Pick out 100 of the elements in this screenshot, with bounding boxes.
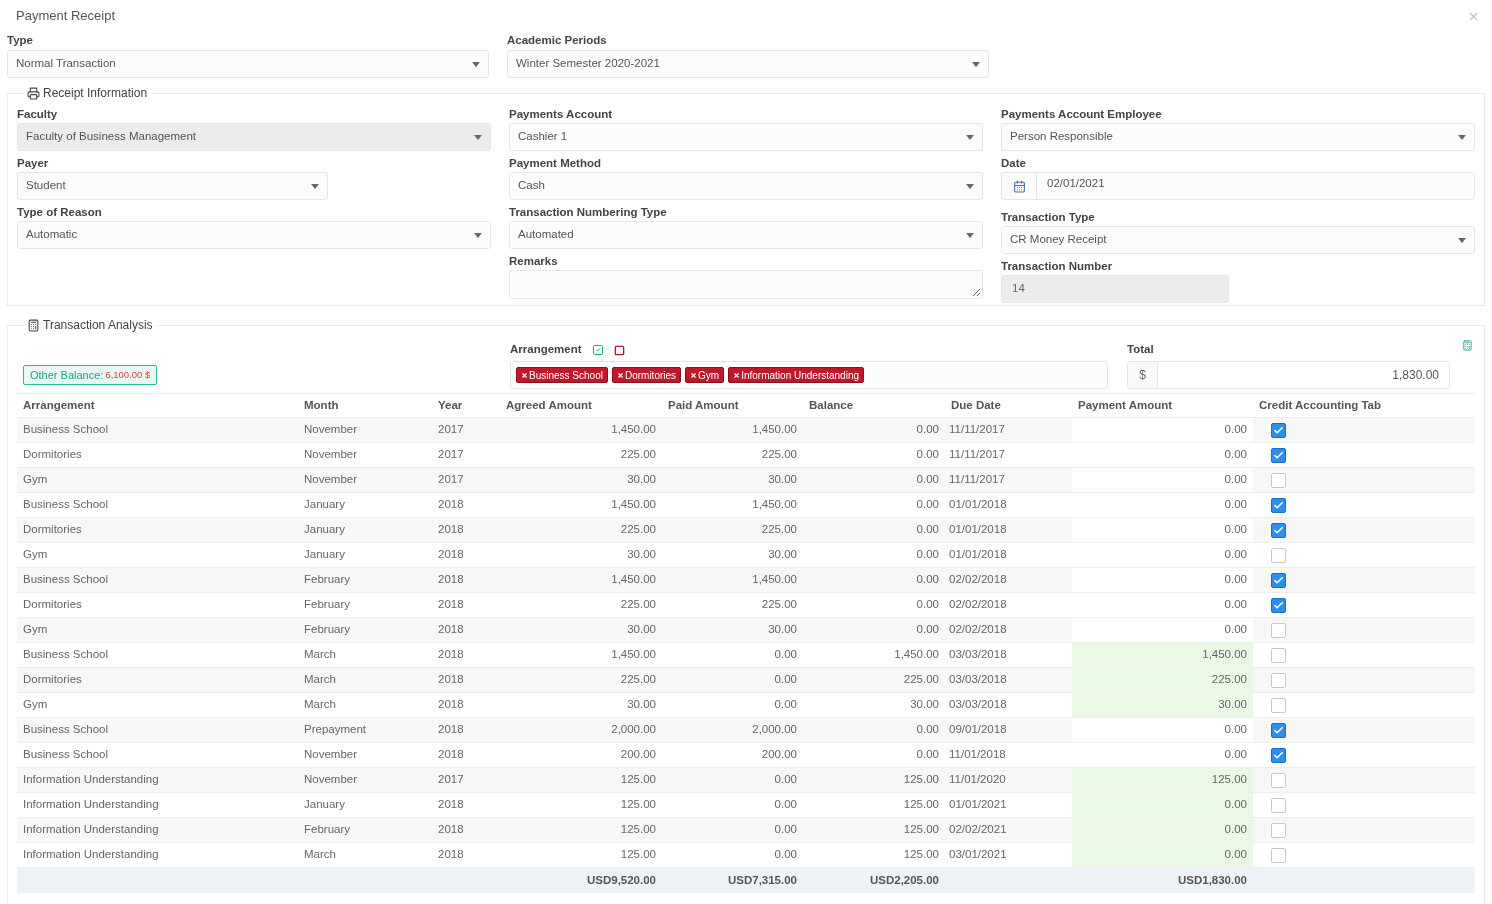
total-field[interactable]: 1,830.00 bbox=[1158, 361, 1450, 389]
checkbox[interactable] bbox=[1271, 822, 1286, 838]
arrangement-tags-field[interactable]: Business School Dormitories Gym Information Understanding bbox=[510, 361, 1108, 389]
table-cell-text: Information Understanding bbox=[22, 772, 160, 788]
table-cell-text: 0.00 bbox=[773, 847, 798, 863]
table-cell-text: 2018 bbox=[437, 672, 465, 688]
select-field[interactable]: Person Responsible bbox=[1001, 123, 1475, 151]
remove-icon[interactable] bbox=[733, 371, 741, 379]
checkbox[interactable] bbox=[1271, 647, 1286, 663]
select-field[interactable]: Automated bbox=[509, 221, 983, 249]
resize-handle-icon bbox=[973, 289, 980, 296]
arrangement-tag[interactable]: Gym bbox=[685, 367, 725, 383]
payment-input-cell[interactable]: 1,450.00 bbox=[1072, 643, 1253, 667]
payment-input-cell[interactable]: 125.00 bbox=[1072, 768, 1253, 792]
table-cell-text: February bbox=[303, 622, 352, 638]
table-cell-text: 2018 bbox=[437, 747, 465, 763]
calendar-icon[interactable] bbox=[1012, 179, 1026, 193]
table-cell-text: 0.00 bbox=[773, 672, 798, 688]
checkbox[interactable] bbox=[1271, 747, 1286, 763]
table-cell-text: 125.00 bbox=[902, 847, 940, 863]
remove-icon[interactable] bbox=[690, 371, 698, 379]
select-field[interactable]: Student bbox=[17, 172, 328, 200]
checkbox[interactable] bbox=[1271, 497, 1286, 513]
checkbox[interactable] bbox=[1271, 547, 1286, 563]
arrangement-tag[interactable]: Dormitories bbox=[611, 367, 682, 383]
remove-icon[interactable] bbox=[521, 371, 528, 379]
table-cell-text: Business School bbox=[22, 422, 110, 438]
table-cell-text: 0.00 bbox=[915, 747, 940, 763]
remove-icon[interactable] bbox=[616, 371, 624, 379]
checkbox[interactable] bbox=[1271, 522, 1286, 538]
table-cell-text: 01/01/2018 bbox=[948, 547, 1008, 563]
table-cell-text: 2,000.00 bbox=[610, 722, 657, 738]
table-cell-text: 03/03/2018 bbox=[948, 697, 1008, 713]
table-cell-text: 0.00 bbox=[915, 622, 940, 638]
remarks-field[interactable] bbox=[509, 270, 983, 299]
select-field[interactable]: Normal Transaction bbox=[7, 50, 489, 78]
table-cell-text: 02/02/2021 bbox=[948, 822, 1008, 838]
checkbox[interactable] bbox=[1271, 422, 1286, 438]
table-cell-text: Gym bbox=[22, 547, 49, 563]
table-cell-text: 125.00 bbox=[619, 772, 657, 788]
table-cell-text: 2017 bbox=[437, 472, 465, 488]
select-all-icon[interactable] bbox=[591, 344, 604, 356]
table-cell: 0.00 bbox=[1072, 718, 1253, 742]
table-cell-text: January bbox=[303, 522, 346, 538]
window-title: Payment Receipt bbox=[16, 7, 115, 26]
table-cell-text: 30.00 bbox=[626, 472, 657, 488]
table-cell-text: Gym bbox=[22, 472, 49, 488]
table-cell-text: November bbox=[303, 422, 359, 438]
payment-input-cell[interactable]: 0.00 bbox=[1072, 843, 1253, 867]
table-cell-text: 125.00 bbox=[619, 847, 657, 863]
check-icon bbox=[1273, 599, 1284, 611]
arrangement-tag[interactable]: Information Understanding bbox=[728, 367, 865, 383]
select-field[interactable]: Automatic bbox=[17, 221, 491, 249]
select-field[interactable]: Cash bbox=[509, 172, 983, 200]
table-cell-text: 200.00 bbox=[760, 747, 798, 763]
table-cell-text: 125.00 bbox=[619, 822, 657, 838]
checkbox[interactable] bbox=[1271, 772, 1286, 788]
printer-icon bbox=[27, 86, 40, 100]
table-cell-text: 225.00 bbox=[760, 522, 798, 538]
column-header: Agreed Amount bbox=[505, 397, 593, 413]
select-field[interactable]: CR Money Receipt bbox=[1001, 226, 1475, 254]
arrangement-tag[interactable]: Business School bbox=[516, 367, 608, 383]
table-cell-text: 200.00 bbox=[619, 747, 657, 763]
payment-input-cell[interactable]: 0.00 bbox=[1072, 818, 1253, 842]
checkbox[interactable] bbox=[1271, 672, 1286, 688]
select-field[interactable]: Winter Semester 2020-2021 bbox=[507, 50, 989, 78]
checkbox[interactable] bbox=[1271, 597, 1286, 613]
checkbox[interactable] bbox=[1271, 697, 1286, 713]
table-cell-text: Prepayment bbox=[303, 722, 367, 738]
table-cell-text: 2017 bbox=[437, 422, 465, 438]
table-cell-text: 0.00 bbox=[773, 797, 798, 813]
checkbox[interactable] bbox=[1271, 722, 1286, 738]
caret-icon bbox=[1458, 237, 1466, 243]
payment-input-cell[interactable]: 0.00 bbox=[1072, 793, 1253, 817]
table-cell-text: 1,450.00 bbox=[893, 647, 940, 663]
checkbox[interactable] bbox=[1271, 797, 1286, 813]
select-field[interactable]: Cashier 1 bbox=[509, 123, 983, 151]
table-cell-text: 2018 bbox=[437, 722, 465, 738]
date-field[interactable]: 02/01/2021 bbox=[1001, 172, 1475, 200]
caret-icon bbox=[972, 61, 980, 67]
payment-input-cell[interactable]: 225.00 bbox=[1072, 668, 1253, 692]
checkbox[interactable] bbox=[1271, 847, 1286, 863]
total-cell-text: USD7,315.00 bbox=[726, 872, 798, 888]
table-cell-text: Dormitories bbox=[22, 672, 83, 688]
table-cell-text: 125.00 bbox=[619, 797, 657, 813]
caret-icon bbox=[966, 134, 974, 140]
check-icon bbox=[1273, 524, 1284, 536]
table-cell-text: Information Understanding bbox=[22, 822, 160, 838]
table-cell-text: 225.00 bbox=[619, 597, 657, 613]
table-cell-text: Business School bbox=[22, 647, 110, 663]
table-cell-text: 11/01/2018 bbox=[948, 747, 1007, 763]
deselect-all-icon[interactable] bbox=[613, 344, 625, 356]
payment-input-cell[interactable]: 30.00 bbox=[1072, 693, 1253, 717]
table-cell: 0.00 bbox=[1072, 518, 1253, 542]
checkbox[interactable] bbox=[1271, 472, 1286, 488]
checkbox[interactable] bbox=[1271, 572, 1286, 588]
table-cell-text: 2018 bbox=[437, 597, 465, 613]
table-cell-text: 1,450.00 bbox=[751, 497, 798, 513]
checkbox[interactable] bbox=[1271, 622, 1286, 638]
checkbox[interactable] bbox=[1271, 447, 1286, 463]
